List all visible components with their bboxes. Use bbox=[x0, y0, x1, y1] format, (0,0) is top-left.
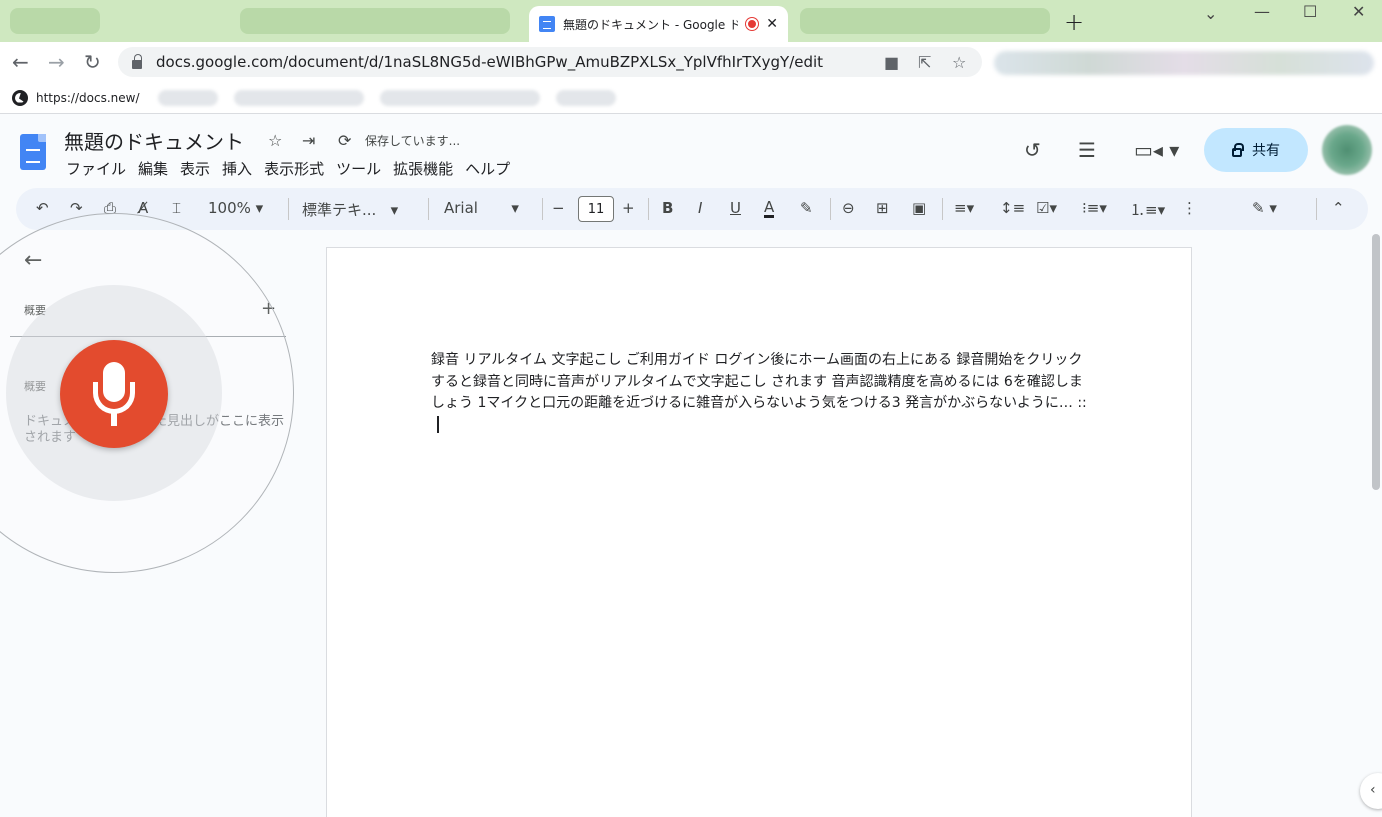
minimize-icon[interactable]: — bbox=[1254, 2, 1270, 21]
camera-icon[interactable]: ■ bbox=[884, 53, 899, 72]
menu-file[interactable]: ファイル bbox=[66, 158, 132, 179]
new-tab-button[interactable]: + bbox=[1064, 8, 1084, 36]
comments-icon[interactable]: ☰ bbox=[1078, 138, 1096, 162]
back-arrow-icon[interactable]: ← bbox=[12, 50, 29, 74]
vertical-scrollbar[interactable] bbox=[1372, 234, 1380, 490]
blurred-bookmark[interactable] bbox=[380, 90, 540, 106]
blurred-bookmark[interactable] bbox=[158, 90, 218, 106]
url-text[interactable]: docs.google.com/document/d/1naSL8NG5d-eW… bbox=[156, 53, 823, 71]
tab-title: 無題のドキュメント - Google ドキ bbox=[563, 17, 739, 32]
menu-format[interactable]: 表示形式 bbox=[264, 158, 330, 179]
bold-icon[interactable]: B bbox=[662, 199, 673, 217]
star-icon[interactable]: ☆ bbox=[268, 131, 282, 150]
highlight-icon[interactable]: ✎ bbox=[800, 199, 813, 217]
voice-typing-mic-button[interactable] bbox=[60, 340, 168, 448]
toolbar-divider bbox=[648, 198, 649, 220]
menu-edit[interactable]: 編集 bbox=[138, 158, 174, 179]
address-bar-row: ← → ↻ docs.google.com/document/d/1naSL8N… bbox=[0, 42, 1382, 82]
decrease-font-size-icon[interactable]: − bbox=[552, 199, 565, 217]
side-panel-toggle-icon[interactable]: ‹ bbox=[1360, 773, 1382, 809]
toolbar-divider bbox=[428, 198, 429, 220]
blurred-tab[interactable] bbox=[240, 8, 510, 34]
insert-image-icon[interactable]: ▣ bbox=[912, 199, 926, 217]
bulleted-list-icon[interactable]: ⁝≡▾ bbox=[1082, 199, 1107, 217]
style-value: 標準テキ... bbox=[302, 201, 377, 219]
toolbar-divider bbox=[830, 198, 831, 220]
tab-search-chevron-icon[interactable]: ⌄ bbox=[1204, 4, 1217, 23]
avatar[interactable] bbox=[1322, 125, 1372, 175]
lock-icon[interactable] bbox=[132, 53, 142, 69]
blurred-bookmark[interactable] bbox=[556, 90, 616, 106]
reload-icon[interactable]: ↻ bbox=[84, 50, 101, 74]
zoom-select[interactable]: 100% ▾ bbox=[208, 199, 263, 217]
menu-help[interactable]: ヘルプ bbox=[465, 158, 516, 179]
font-select[interactable]: Arial ▾ bbox=[444, 199, 519, 217]
forward-arrow-icon[interactable]: → bbox=[48, 50, 65, 74]
toolbar-divider bbox=[288, 198, 289, 220]
zoom-value: 100% bbox=[208, 199, 251, 217]
share-button[interactable]: 共有 bbox=[1204, 128, 1308, 172]
menu-extensions[interactable]: 拡張機能 bbox=[393, 158, 459, 179]
version-history-icon[interactable]: ↺ bbox=[1024, 138, 1041, 162]
blurred-bookmark[interactable] bbox=[234, 90, 364, 106]
share-page-icon[interactable]: ⇱ bbox=[918, 53, 931, 72]
style-select[interactable]: 標準テキ... ▾ bbox=[302, 199, 398, 220]
document-body[interactable]: 録音 リアルタイム 文字起こし ご利用ガイド ログイン後にホーム画面の右上にある… bbox=[431, 350, 1091, 436]
text-color-icon[interactable]: A bbox=[764, 199, 775, 218]
italic-icon[interactable]: I bbox=[698, 199, 702, 217]
extensions-area[interactable] bbox=[994, 51, 1374, 75]
text-cursor bbox=[437, 416, 439, 433]
font-size-input[interactable]: 11 bbox=[578, 196, 614, 222]
move-folder-icon[interactable]: ⇥ bbox=[302, 131, 315, 150]
save-status: 保存しています... bbox=[365, 134, 461, 148]
menu-tools[interactable]: ツール bbox=[336, 158, 387, 179]
sync-status-icon: ⟳ bbox=[338, 131, 352, 150]
omnibox[interactable]: docs.google.com/document/d/1naSL8NG5d-eW… bbox=[118, 47, 982, 77]
line-spacing-icon[interactable]: ↕≡ bbox=[1000, 199, 1025, 217]
document-page[interactable]: 録音 リアルタイム 文字起こし ご利用ガイド ログイン後にホーム画面の右上にある… bbox=[326, 247, 1192, 817]
window-close-icon[interactable]: ✕ bbox=[1352, 2, 1365, 21]
toolbar-divider bbox=[942, 198, 943, 220]
document-title[interactable]: 無題のドキュメント bbox=[64, 126, 244, 155]
blurred-tab[interactable] bbox=[10, 8, 100, 34]
collapse-menus-icon[interactable]: ⌃ bbox=[1332, 199, 1345, 217]
redo-icon[interactable]: ↷ bbox=[70, 199, 83, 217]
font-value: Arial bbox=[444, 199, 478, 217]
editing-mode-icon[interactable]: ✎ ▾ bbox=[1252, 199, 1277, 217]
docs-logo-icon[interactable] bbox=[20, 134, 46, 170]
active-tab[interactable]: 無題のドキュメント - Google ドキ ✕ bbox=[529, 6, 788, 42]
increase-font-size-icon[interactable]: + bbox=[622, 199, 635, 217]
insert-link-icon[interactable]: ⊖ bbox=[842, 199, 855, 217]
toolbar-divider bbox=[1316, 198, 1317, 220]
menu-bar: ファイル 編集 表示 挿入 表示形式 ツール 拡張機能 ヘルプ bbox=[66, 158, 522, 179]
menu-insert[interactable]: 挿入 bbox=[222, 158, 258, 179]
checklist-icon[interactable]: ☑▾ bbox=[1036, 199, 1057, 217]
tab-close-icon[interactable]: ✕ bbox=[766, 16, 778, 32]
bookmark-link[interactable]: https://docs.new/ bbox=[36, 91, 139, 105]
blurred-tab[interactable] bbox=[800, 8, 1050, 34]
globe-icon bbox=[12, 89, 28, 106]
browser-tabstrip: 無題のドキュメント - Google ドキ ✕ + ⌄ — ☐ ✕ bbox=[0, 0, 1382, 42]
paint-format-icon[interactable]: ⌶ bbox=[172, 199, 181, 217]
microphone-icon-cup bbox=[93, 382, 135, 414]
microphone-icon-stem bbox=[111, 412, 117, 426]
recording-indicator-icon bbox=[746, 18, 759, 30]
more-options-icon[interactable]: ⋮ bbox=[1182, 199, 1197, 217]
toolbar-divider bbox=[542, 198, 543, 220]
document-text: 録音 リアルタイム 文字起こし ご利用ガイド ログイン後にホーム画面の右上にある… bbox=[431, 352, 1087, 411]
bookmark-star-icon[interactable]: ☆ bbox=[952, 53, 966, 72]
menu-view[interactable]: 表示 bbox=[180, 158, 216, 179]
numbered-list-icon[interactable]: ⒈≡▾ bbox=[1130, 199, 1165, 220]
align-icon[interactable]: ≡▾ bbox=[954, 199, 974, 217]
docs-favicon-icon bbox=[539, 16, 555, 32]
undo-icon[interactable]: ↶ bbox=[36, 199, 49, 217]
meet-camera-icon[interactable]: ▭◂ ▾ bbox=[1134, 138, 1179, 162]
share-label: 共有 bbox=[1252, 143, 1280, 159]
underline-icon[interactable]: U bbox=[730, 199, 741, 217]
share-lock-icon bbox=[1232, 142, 1244, 157]
bookmarks-bar: https://docs.new/ bbox=[0, 82, 1382, 114]
add-comment-icon[interactable]: ⊞ bbox=[876, 199, 889, 217]
maximize-icon[interactable]: ☐ bbox=[1303, 2, 1317, 21]
formatting-toolbar: ↶ ↷ ⎙ A̸ ⌶ 100% ▾ 標準テキ... ▾ Arial ▾ − + … bbox=[16, 188, 1368, 230]
